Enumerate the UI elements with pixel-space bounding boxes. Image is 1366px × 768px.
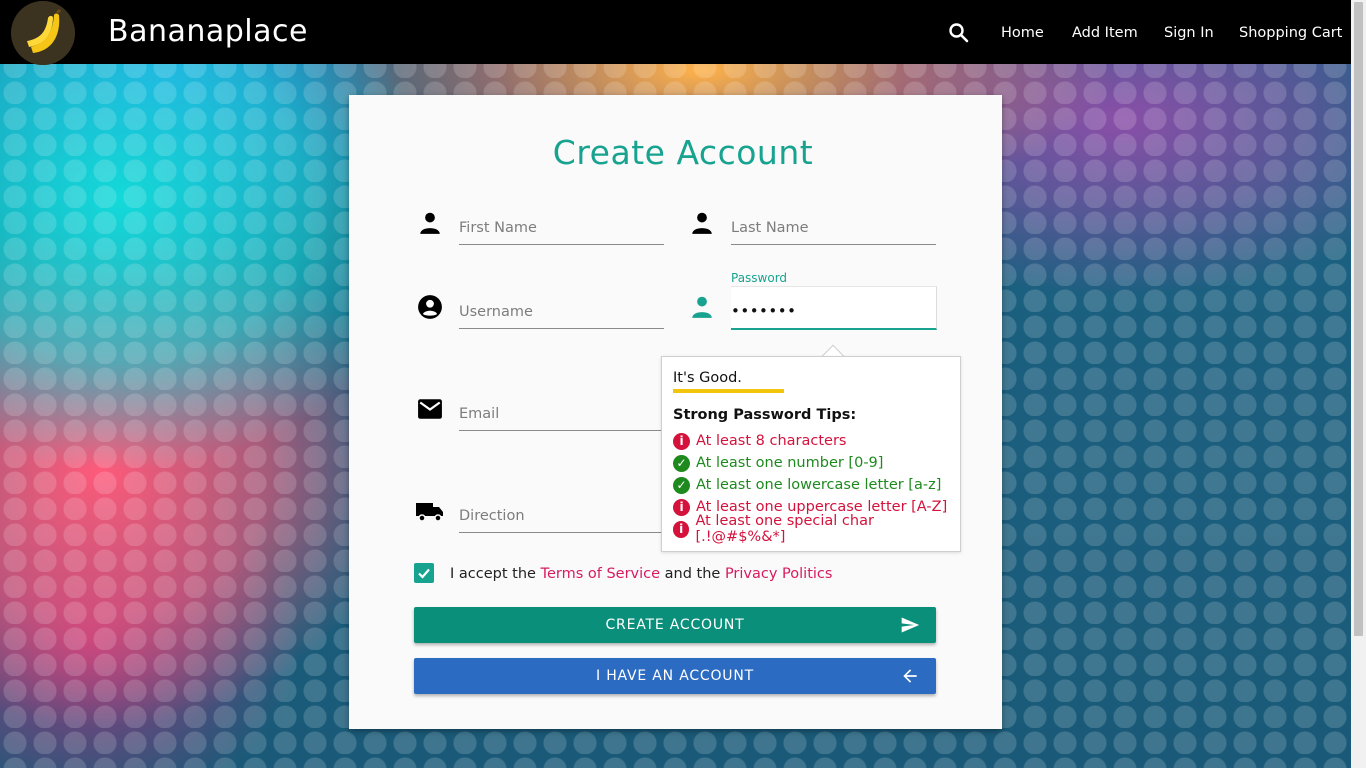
- brand-name[interactable]: Bananaplace: [108, 14, 308, 49]
- page-title: Create Account: [552, 133, 814, 172]
- error-icon: i: [673, 520, 690, 538]
- username-input[interactable]: [459, 304, 664, 320]
- nav-home-link[interactable]: Home: [1001, 25, 1044, 41]
- nav-shopping-cart-link[interactable]: Shopping Cart: [1239, 25, 1342, 41]
- arrow-left-icon: [900, 666, 920, 686]
- first-name-input[interactable]: [459, 220, 664, 236]
- scrollbar-thumb[interactable]: [1354, 2, 1363, 636]
- error-icon: i: [673, 498, 690, 516]
- direction-input[interactable]: [459, 508, 664, 524]
- password-strength-text: It's Good.: [673, 370, 742, 386]
- account-circle-icon: [417, 294, 443, 320]
- email-icon: [417, 396, 443, 422]
- rule-item: i At least one special char [.!@#$%&*]: [673, 513, 960, 545]
- password-label: Password: [731, 271, 788, 285]
- rule-item: ✓ At least one lowercase letter [a-z]: [673, 475, 941, 495]
- rule-item: i At least 8 characters: [673, 431, 846, 451]
- rule-item: ✓ At least one number [0-9]: [673, 453, 883, 473]
- check-icon: ✓: [673, 454, 690, 472]
- rule-text: At least one number [0-9]: [696, 455, 884, 471]
- accept-prefix: I accept the: [450, 566, 536, 582]
- create-account-button[interactable]: CREATE ACCOUNT: [414, 607, 936, 643]
- password-field[interactable]: [731, 286, 937, 330]
- direction-field[interactable]: [459, 493, 664, 533]
- banana-logo-icon[interactable]: [11, 1, 75, 65]
- check-icon: [418, 568, 430, 579]
- terms-of-service-link[interactable]: Terms of Service: [541, 566, 660, 582]
- person-icon: [417, 210, 443, 236]
- email-field[interactable]: [459, 391, 664, 431]
- accept-terms-text: I accept the Terms of Service and the Pr…: [450, 566, 832, 582]
- error-icon: i: [673, 432, 690, 450]
- last-name-input[interactable]: [731, 220, 936, 236]
- rule-text: At least 8 characters: [696, 433, 847, 449]
- rule-text: At least one special char [.!@#$%&*]: [695, 513, 874, 545]
- password-strength-bar: [673, 389, 784, 393]
- person-icon: [689, 210, 715, 236]
- have-account-button[interactable]: I HAVE AN ACCOUNT: [414, 658, 936, 694]
- page-scrollbar[interactable]: [1351, 0, 1366, 768]
- username-field[interactable]: [459, 289, 664, 329]
- nav-sign-in-link[interactable]: Sign In: [1164, 25, 1214, 41]
- nav-add-item-link[interactable]: Add Item: [1072, 25, 1138, 41]
- search-icon[interactable]: [947, 21, 971, 45]
- last-name-field[interactable]: [731, 205, 936, 245]
- check-icon: ✓: [673, 476, 690, 494]
- password-input[interactable]: [731, 302, 936, 320]
- create-account-label: CREATE ACCOUNT: [605, 617, 745, 633]
- privacy-politics-link[interactable]: Privacy Politics: [725, 566, 833, 582]
- first-name-field[interactable]: [459, 205, 664, 245]
- accept-middle: and the: [664, 566, 721, 582]
- top-navbar: Bananaplace Home Add Item Sign In Shoppi…: [0, 0, 1351, 65]
- password-tips-tooltip: It's Good. Strong Password Tips: i At lea…: [661, 356, 961, 552]
- send-icon: [900, 615, 920, 635]
- truck-icon: [415, 498, 445, 524]
- person-icon: [689, 294, 715, 320]
- have-account-label: I HAVE AN ACCOUNT: [596, 668, 754, 684]
- accept-terms-checkbox[interactable]: [414, 563, 434, 583]
- rule-text: At least one lowercase letter [a-z]: [696, 477, 942, 493]
- tips-heading: Strong Password Tips:: [673, 407, 857, 423]
- email-input[interactable]: [459, 406, 664, 422]
